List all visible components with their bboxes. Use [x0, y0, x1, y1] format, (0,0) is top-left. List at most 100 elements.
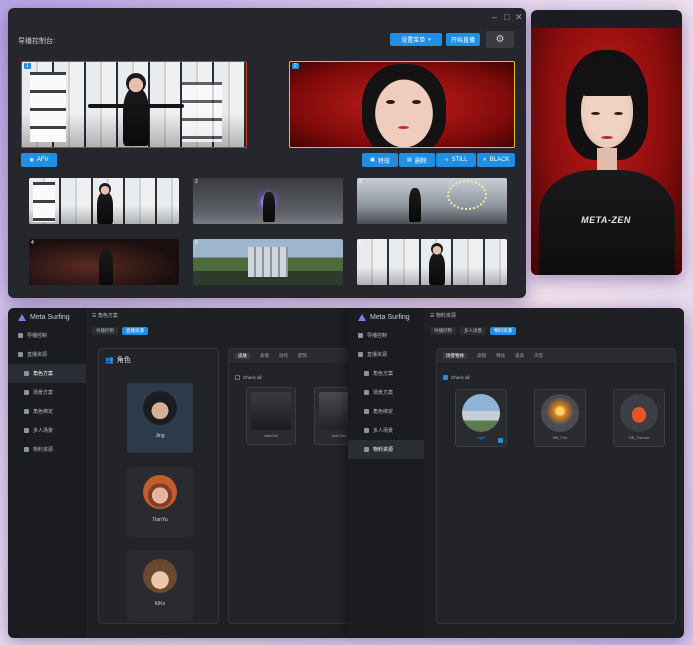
sidebar-item-character-plan[interactable]: 角色方案: [8, 364, 86, 383]
sidebar-item-live-resource[interactable]: 直播资源: [8, 345, 86, 364]
sidebar-item-label: 角色方案: [373, 371, 394, 377]
character-panel: 👥 角色 Jing TianYu KiKo: [98, 348, 219, 624]
material-item[interactable]: NB_Fire: [534, 389, 586, 447]
sidebar-item-live-resource[interactable]: 直播资源: [348, 345, 424, 364]
sidebar-item-label: 场景方案: [33, 390, 54, 396]
effect-icon: ▣: [370, 157, 375, 163]
gear-icon: [358, 352, 363, 357]
character-name: Jing: [155, 433, 165, 439]
sidebar-item-scene-plan[interactable]: 场景方案: [8, 383, 86, 402]
tab-skin[interactable]: 皮肤: [235, 353, 250, 359]
right-sidebar: Meta Surfing 导播控制 直播资源 角色方案 场景方案 角色绑定 多人…: [348, 308, 424, 638]
sidebar-item-director[interactable]: 导播控制: [8, 326, 86, 345]
material-thumbnail: [541, 394, 579, 432]
tag-chip-active[interactable]: 直播资源: [122, 327, 148, 335]
monitor-icon: [18, 333, 23, 338]
sidebar-item-label: 物料资源: [373, 447, 394, 453]
tab-prop[interactable]: 道具: [515, 353, 524, 359]
sidebar-item-label: 导播控制: [367, 333, 388, 339]
trash-icon: ▤: [407, 157, 412, 163]
check-all[interactable]: Check all: [235, 375, 262, 380]
maximize-button[interactable]: □: [504, 12, 509, 22]
sidebar-item-multi-scene[interactable]: 多人场景: [8, 421, 86, 440]
sidebar-item-scene-plan[interactable]: 场景方案: [348, 383, 424, 402]
sidebar-item-materials[interactable]: 物料资源: [8, 440, 86, 459]
skin-thumbnail: [251, 392, 291, 430]
logo-text: Meta Surfing: [370, 314, 410, 321]
material-label: NB_Fire: [552, 435, 568, 440]
settings-menu-button[interactable]: 设置菜单 ▾: [390, 33, 442, 46]
scene-thumbnail[interactable]: 3: [357, 178, 507, 224]
sidebar-item-character-binding[interactable]: 角色绑定: [348, 402, 424, 421]
left-sidebar: Meta Surfing 导播控制 直播资源 角色方案 场景方案 角色绑定 多人…: [8, 308, 86, 638]
sidebar-item-label: 多人场景: [373, 428, 394, 434]
afv-button[interactable]: ◉ AFV: [21, 153, 57, 167]
menu-icon[interactable]: ☰: [430, 313, 434, 319]
character-card[interactable]: TianYu: [127, 467, 193, 537]
tab-sound[interactable]: 声音: [534, 353, 543, 359]
tag-chip[interactable]: 多人场景: [460, 327, 486, 335]
minimize-button[interactable]: –: [492, 12, 497, 22]
tab-scene-object[interactable]: 场景物体: [443, 353, 467, 359]
settings-gear-button[interactable]: ⚙: [486, 31, 514, 48]
tab-expression[interactable]: 表情: [260, 353, 269, 359]
menu-icon[interactable]: ☰: [92, 313, 96, 319]
tab-action[interactable]: 动作: [279, 353, 288, 359]
materials-panel: 场景物体 滤镜 特效 道具 声音 Check all Light NB_Fire: [436, 348, 676, 624]
material-item[interactable]: Light: [455, 389, 507, 447]
sidebar-item-multi-scene[interactable]: 多人场景: [348, 421, 424, 440]
user-icon: [24, 409, 29, 414]
scene-thumbnail[interactable]: 1: [29, 178, 179, 224]
skin-panel: 皮肤 表情 动作 配饰 Check all skin0ne skinTwo: [228, 348, 356, 624]
logo-icon: [358, 314, 366, 321]
character-name: TianYu: [152, 517, 168, 523]
black-label: BLACK: [489, 157, 510, 163]
tab-filter[interactable]: 滤镜: [477, 353, 486, 359]
app-logo: Meta Surfing: [358, 314, 410, 321]
material-checkbox[interactable]: [498, 438, 503, 443]
tab-accessory[interactable]: 配饰: [298, 353, 307, 359]
sidebar-item-materials[interactable]: 物料资源: [348, 440, 424, 459]
tab-effect[interactable]: 特效: [496, 353, 505, 359]
breadcrumb-current: 角色方案: [97, 313, 118, 319]
effect-button[interactable]: ▣ 特效: [362, 153, 398, 167]
preview-monitor[interactable]: 1: [21, 61, 247, 148]
tag-chip-active[interactable]: 物料资源: [490, 327, 516, 335]
material-thumbnail: [462, 394, 500, 432]
scene-thumbnail[interactable]: 4: [29, 239, 179, 285]
skin-item[interactable]: skin0ne: [246, 387, 296, 445]
skin-tabs: 皮肤 表情 动作 配饰: [229, 349, 355, 363]
app-logo: Meta Surfing: [18, 314, 70, 321]
scene-thumbnail[interactable]: 2: [193, 178, 343, 224]
scene-thumbnail[interactable]: 5: [193, 239, 343, 285]
breadcrumb-current: 物料资源: [435, 313, 456, 319]
program-monitor[interactable]: 2: [289, 61, 515, 148]
character-card[interactable]: KiKo: [127, 551, 193, 621]
program-tag: 2: [292, 63, 299, 69]
effect-label: 特效: [377, 158, 390, 165]
character-card[interactable]: Jing: [127, 383, 193, 453]
sidebar-item-label: 角色绑定: [33, 409, 54, 415]
tag-chip[interactable]: 导播控制: [92, 327, 118, 335]
check-all-checkbox[interactable]: [443, 375, 448, 380]
breadcrumb: ☰ 角色方案: [92, 312, 118, 319]
material-item[interactable]: NB_Fanbar: [613, 389, 665, 447]
start-stream-button[interactable]: 开始直播: [446, 33, 480, 46]
black-button[interactable]: ✕ BLACK: [477, 153, 515, 167]
check-all-checkbox[interactable]: [235, 375, 240, 380]
sidebar-item-character-plan[interactable]: 角色方案: [348, 364, 424, 383]
character-panel-title: 👥 角色: [105, 355, 131, 365]
close-button[interactable]: ✕: [515, 12, 523, 23]
still-button[interactable]: ⋖ STILL: [436, 153, 476, 167]
tag-chip[interactable]: 导播控制: [430, 327, 456, 335]
settings-menu-label: 设置菜单: [401, 38, 426, 44]
scene-thumbnail[interactable]: 6: [357, 239, 507, 285]
shirt-logo-text: META-ZEN: [581, 215, 631, 225]
gear-icon: ⚙: [495, 34, 505, 45]
group-icon: [24, 428, 29, 433]
sidebar-item-character-binding[interactable]: 角色绑定: [8, 402, 86, 421]
check-all[interactable]: Check all: [443, 375, 470, 380]
delete-button[interactable]: ▤ 删除: [399, 153, 435, 167]
monitor-icon: [358, 333, 363, 338]
sidebar-item-director[interactable]: 导播控制: [348, 326, 424, 345]
